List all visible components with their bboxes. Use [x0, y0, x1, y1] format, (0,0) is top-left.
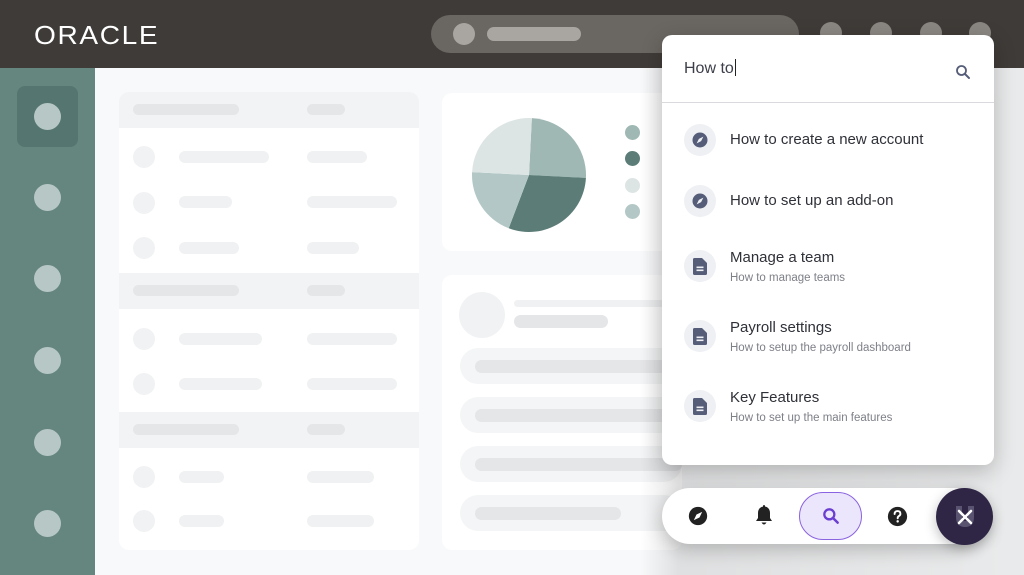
sidebar-item-icon[interactable]	[34, 103, 61, 130]
dock-search-button[interactable]	[799, 492, 862, 540]
result-subtitle: How to setup the payroll dashboard	[730, 342, 911, 354]
avatar-placeholder	[133, 146, 155, 168]
document-icon	[684, 390, 716, 422]
help-dock	[662, 488, 982, 544]
result-subtitle: How to set up the main features	[730, 412, 893, 424]
help-icon	[887, 506, 907, 526]
compass-icon	[684, 185, 716, 217]
search-query-text: How to	[684, 60, 734, 77]
avatar-placeholder	[133, 328, 155, 350]
sidebar-item-icon[interactable]	[34, 265, 61, 292]
text-placeholder	[179, 242, 239, 254]
text-placeholder	[307, 104, 345, 115]
search-icon[interactable]	[954, 63, 972, 81]
text-placeholder	[133, 424, 239, 435]
top-search-text-placeholder	[487, 27, 581, 41]
search-result-item[interactable]: How to set up an add-on	[662, 171, 994, 231]
document-icon	[684, 250, 716, 282]
text-placeholder	[307, 242, 359, 254]
sidebar	[0, 68, 95, 575]
search-icon	[822, 508, 839, 524]
text-placeholder	[307, 151, 367, 163]
result-title: Key Features	[730, 389, 820, 406]
avatar-placeholder	[133, 192, 155, 214]
document-icon	[684, 320, 716, 352]
sidebar-item-icon[interactable]	[34, 347, 61, 374]
avatar-placeholder	[133, 237, 155, 259]
search-result-item[interactable]: Manage a team How to manage teams	[662, 240, 994, 300]
sidebar-item-icon[interactable]	[34, 429, 61, 456]
oracle-logo: ORACLE	[34, 20, 160, 50]
text-placeholder	[307, 515, 374, 527]
close-help-button[interactable]	[936, 488, 993, 545]
table-card-placeholder	[119, 92, 419, 550]
avatar-placeholder	[133, 373, 155, 395]
pie-slice	[472, 118, 532, 175]
text-placeholder	[307, 333, 397, 345]
compass-icon	[688, 506, 708, 526]
text-placeholder	[514, 315, 608, 328]
avatar-placeholder	[459, 292, 505, 338]
legend-marker	[625, 178, 640, 193]
close-icon	[955, 505, 974, 527]
sidebar-item-icon[interactable]	[34, 510, 61, 537]
search-result-item[interactable]: Payroll settings How to setup the payrol…	[662, 310, 994, 370]
result-subtitle: How to manage teams	[730, 272, 846, 284]
text-placeholder	[179, 378, 262, 390]
top-search-icon-placeholder	[453, 23, 475, 45]
text-caret	[734, 59, 736, 76]
dock-explore-button[interactable]	[684, 502, 712, 530]
result-title: Manage a team	[730, 249, 835, 266]
text-placeholder	[179, 515, 224, 527]
text-placeholder	[133, 104, 239, 115]
text-placeholder	[133, 285, 239, 296]
help-search-input[interactable]: How to	[684, 59, 934, 83]
text-placeholder	[179, 196, 232, 208]
pie-chart	[472, 118, 586, 232]
sidebar-item-icon[interactable]	[34, 184, 61, 211]
text-placeholder	[307, 378, 397, 390]
search-result-item[interactable]: How to create a new account	[662, 110, 994, 170]
text-placeholder	[307, 424, 345, 435]
dock-notifications-button[interactable]	[750, 502, 778, 530]
result-title: How to create a new account	[730, 131, 924, 148]
legend-marker	[625, 125, 640, 140]
help-search-panel: How to How to create a new account How t…	[662, 35, 994, 465]
text-placeholder	[179, 471, 224, 483]
bell-icon	[756, 505, 772, 525]
divider	[662, 102, 994, 103]
text-placeholder	[307, 196, 397, 208]
compass-icon	[684, 124, 716, 156]
dock-help-button[interactable]	[883, 502, 911, 530]
text-placeholder	[307, 285, 345, 296]
text-placeholder	[307, 471, 374, 483]
text-placeholder	[179, 151, 269, 163]
result-title: Payroll settings	[730, 319, 832, 336]
text-placeholder	[475, 507, 621, 520]
legend-marker	[625, 204, 640, 219]
avatar-placeholder	[133, 510, 155, 532]
search-result-item[interactable]: Key Features How to set up the main feat…	[662, 380, 994, 440]
text-placeholder	[179, 333, 262, 345]
result-title: How to set up an add-on	[730, 192, 894, 209]
avatar-placeholder	[133, 466, 155, 488]
pie-slice	[529, 118, 586, 178]
legend-marker	[625, 151, 640, 166]
